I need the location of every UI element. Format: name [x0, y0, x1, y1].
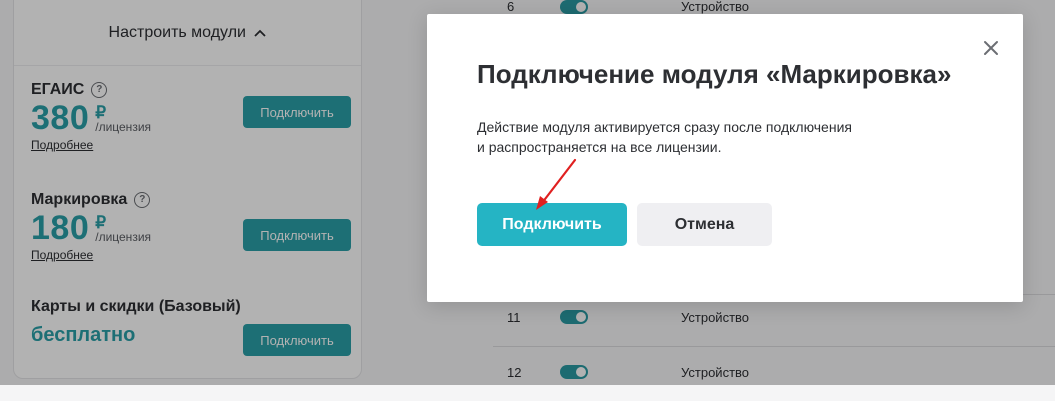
connect-module-dialog: Подключение модуля «Маркировка» Действие…: [427, 14, 1023, 302]
close-icon[interactable]: [981, 38, 1001, 58]
dialog-title: Подключение модуля «Маркировка»: [477, 59, 952, 89]
dialog-text-line: Действие модуля активируется сразу после…: [477, 119, 852, 135]
cancel-button[interactable]: Отмена: [637, 203, 772, 246]
annotation-arrow-icon: [536, 158, 577, 210]
